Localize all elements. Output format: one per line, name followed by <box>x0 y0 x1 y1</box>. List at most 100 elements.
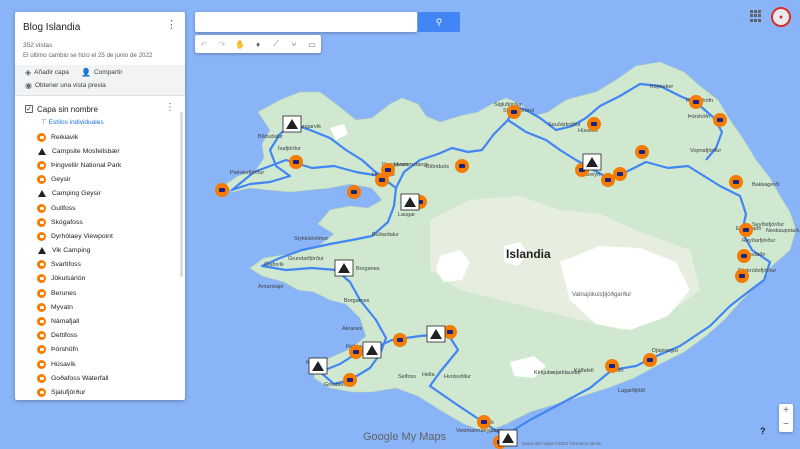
place-label: Grundarfjörður <box>288 255 324 262</box>
account-avatar[interactable]: ● <box>771 7 791 27</box>
camera-marker[interactable] <box>739 223 753 237</box>
camera-marker[interactable] <box>613 167 627 181</box>
tent-marker[interactable] <box>400 193 420 211</box>
individual-styles-label: Estilos individuales <box>48 118 104 126</box>
camera-marker[interactable] <box>375 173 389 187</box>
layer-options-icon[interactable]: ⋮ <box>165 102 175 113</box>
map-toolbar: ↶ ↷ ✋ ♦ ⟋ ⑂ ▭ <box>195 35 321 53</box>
camera-marker[interactable] <box>215 183 229 197</box>
list-item[interactable]: Sjalufjörður <box>15 385 185 399</box>
tent-marker[interactable] <box>498 429 518 447</box>
camera-icon <box>37 317 46 327</box>
camera-marker[interactable] <box>689 95 703 109</box>
layer-checkbox[interactable]: ✓ <box>25 105 33 113</box>
help-icon[interactable]: ? <box>760 426 770 436</box>
share-button[interactable]: 👤 Compartir <box>81 68 123 77</box>
camera-icon <box>37 274 46 284</box>
list-item-label: Dyrhólaey Viewpoint <box>51 232 113 240</box>
place-label: Kálfafell <box>574 368 594 374</box>
camera-icon <box>37 260 46 270</box>
tent-icon <box>37 189 47 198</box>
search-input[interactable] <box>195 12 417 32</box>
camera-icon <box>37 387 46 397</box>
zoom-in-button[interactable]: + <box>779 404 793 418</box>
list-item[interactable]: Jökulsárlón <box>15 272 185 286</box>
panel-scrollbar[interactable] <box>180 112 183 277</box>
layer-name[interactable]: Capa sin nombre <box>37 105 98 114</box>
list-item[interactable]: Camping Geysir <box>15 187 185 201</box>
tent-marker[interactable] <box>308 357 328 375</box>
camera-marker[interactable] <box>343 373 357 387</box>
camera-marker[interactable] <box>735 269 749 283</box>
list-item[interactable]: Þórshöfn <box>15 343 185 357</box>
draw-line-icon[interactable]: ⟋ <box>267 35 285 53</box>
add-marker-icon[interactable]: ♦ <box>249 35 267 53</box>
list-item[interactable]: Þingvellir National Park <box>15 158 185 172</box>
camera-marker[interactable] <box>347 185 361 199</box>
place-label: Sauðárkrókur <box>548 121 581 128</box>
place-label: Stykkishólmur <box>294 236 328 242</box>
place-label: Ísafjörður <box>278 145 301 152</box>
camera-marker[interactable] <box>477 415 491 429</box>
place-label: Selfoss <box>398 374 416 380</box>
list-item[interactable]: Svartifoss <box>15 258 185 272</box>
tent-marker[interactable] <box>334 259 354 277</box>
list-item[interactable]: Campsite Mosfellsbær <box>15 144 185 158</box>
camera-icon <box>37 331 46 341</box>
list-item[interactable]: Húsavík <box>15 357 185 371</box>
list-item[interactable]: Gullfoss <box>15 201 185 215</box>
camera-marker[interactable] <box>587 117 601 131</box>
tent-marker[interactable] <box>426 325 446 343</box>
camera-marker[interactable] <box>635 145 649 159</box>
camera-marker[interactable] <box>713 113 727 127</box>
list-item-label: Vik Camping <box>52 247 91 255</box>
preview-button[interactable]: ◉ Obtener una vista previa <box>25 81 106 90</box>
camera-marker[interactable] <box>643 353 657 367</box>
camera-marker[interactable] <box>507 105 521 119</box>
camera-marker[interactable] <box>393 333 407 347</box>
individual-styles-link[interactable]: ⊤ Estilos individuales <box>15 118 185 127</box>
list-item[interactable]: Goðafoss Waterfall <box>15 371 185 385</box>
camera-marker[interactable] <box>455 159 469 173</box>
hand-icon[interactable]: ✋ <box>231 35 249 53</box>
camera-marker[interactable] <box>737 249 751 263</box>
list-item-label: Dettifoss <box>51 332 78 340</box>
zoom-out-button[interactable]: − <box>779 418 793 432</box>
camera-marker[interactable] <box>601 173 615 187</box>
list-item[interactable]: Berunes <box>15 286 185 300</box>
place-label: Bíldudalur <box>258 134 283 140</box>
add-layer-button[interactable]: ◈ Añadir capa <box>25 68 69 77</box>
directions-icon[interactable]: ⑂ <box>285 35 303 53</box>
camera-marker[interactable] <box>289 155 303 169</box>
list-item-label: Sjalufjörður <box>51 388 86 396</box>
list-item[interactable]: Vik Camping <box>15 244 185 258</box>
undo-icon[interactable]: ↶ <box>195 35 213 53</box>
list-item[interactable]: Dyrhólaey Viewpoint <box>15 229 185 243</box>
place-label: Búðardalur <box>372 231 399 238</box>
ruler-icon[interactable]: ▭ <box>303 35 321 53</box>
tent-marker[interactable] <box>362 341 382 359</box>
list-item[interactable]: Reikiavik <box>15 130 185 144</box>
camera-marker[interactable] <box>729 175 743 189</box>
list-item[interactable]: Skógafoss <box>15 215 185 229</box>
list-item[interactable]: Dettifoss <box>15 329 185 343</box>
map-attribution: Datos del mapa ©2022 Términos 20 km <box>522 441 602 446</box>
camera-marker[interactable] <box>349 345 363 359</box>
map-title[interactable]: Blog Islandia <box>23 22 175 33</box>
place-label: Borgarnes <box>344 298 370 304</box>
preview-label: Obtener una vista previa <box>34 82 106 89</box>
camera-marker[interactable] <box>605 359 619 373</box>
more-options-icon[interactable]: ⋮ <box>166 20 177 31</box>
add-layer-label: Añadir capa <box>34 69 69 76</box>
list-item-label: Reikiavik <box>51 133 79 141</box>
list-item-label: Goðafoss Waterfall <box>51 374 109 382</box>
list-item[interactable]: Geysir <box>15 173 185 187</box>
camera-icon <box>37 217 46 227</box>
tent-marker[interactable] <box>582 153 602 171</box>
apps-grid-icon[interactable] <box>750 10 762 22</box>
list-item[interactable]: Námafjall <box>15 314 185 328</box>
list-item[interactable]: Myvatn <box>15 300 185 314</box>
redo-icon[interactable]: ↷ <box>213 35 231 53</box>
search-button[interactable]: ⚲ <box>418 12 460 32</box>
tent-marker[interactable] <box>282 115 302 133</box>
